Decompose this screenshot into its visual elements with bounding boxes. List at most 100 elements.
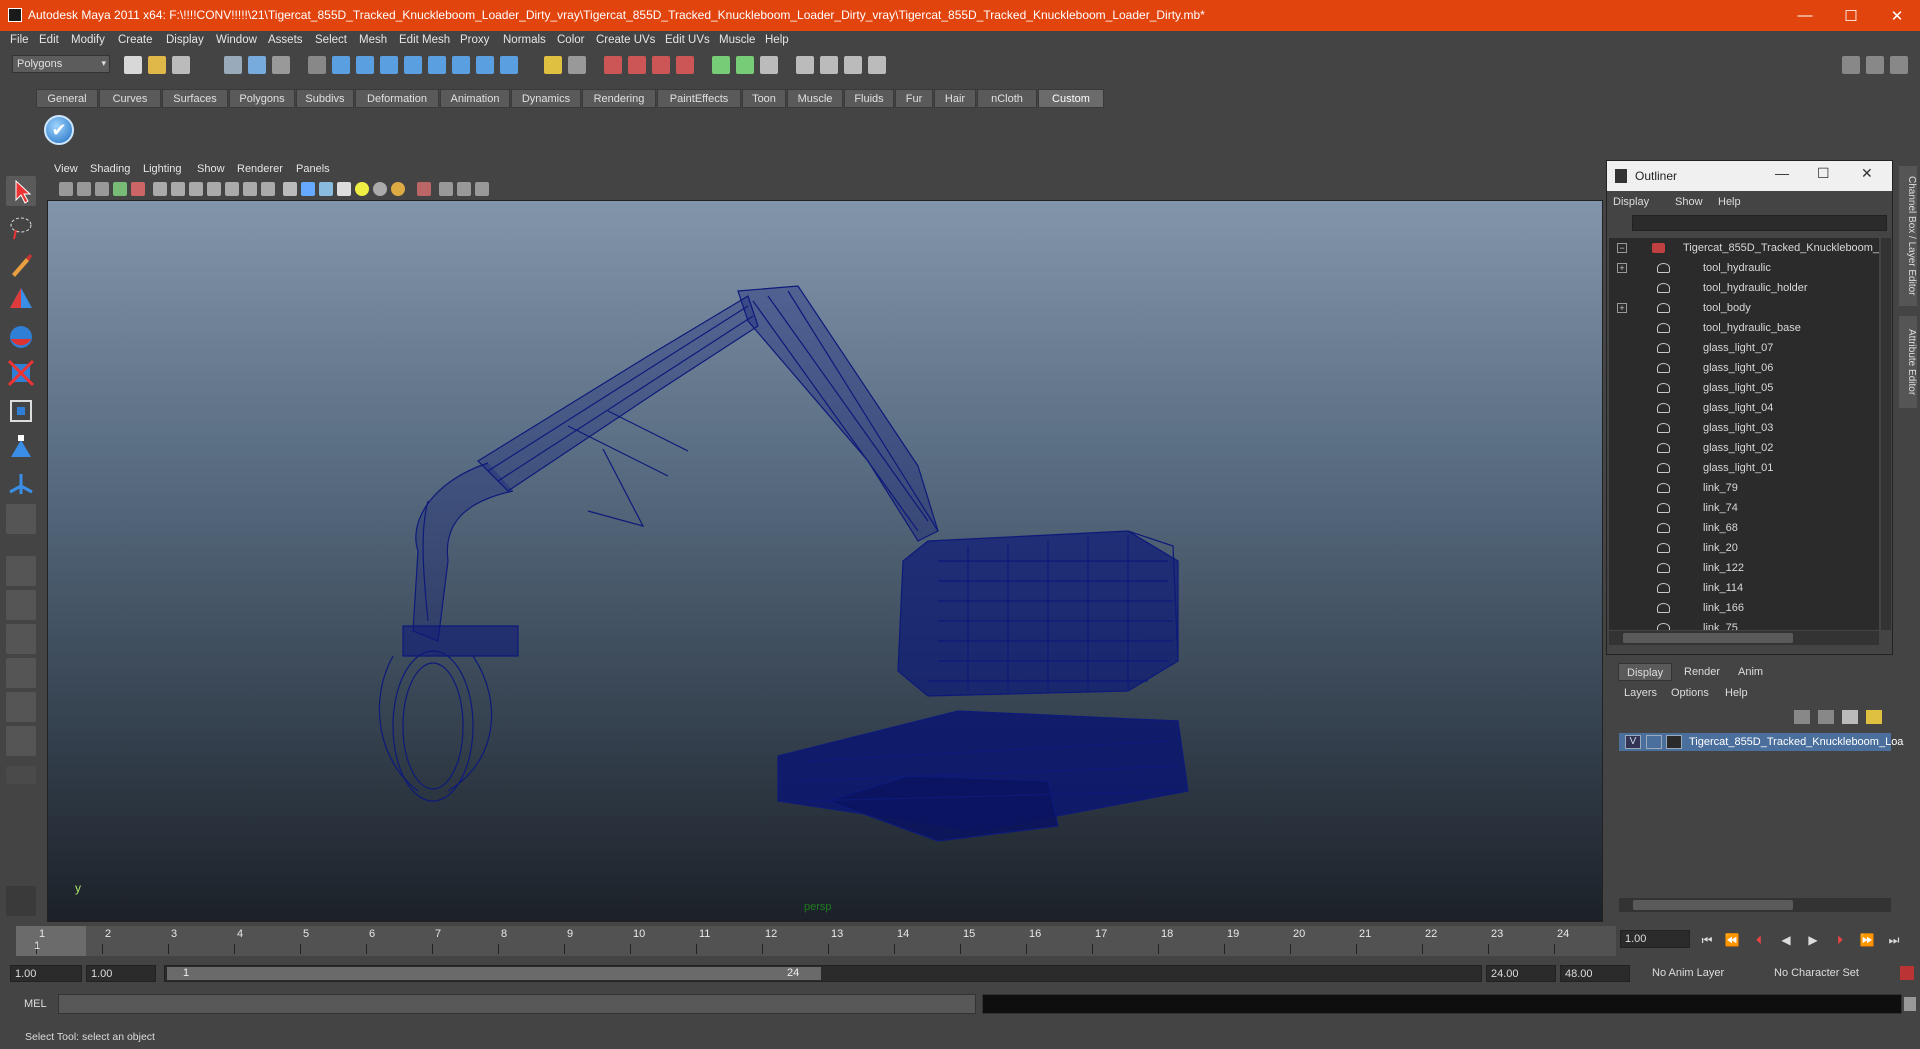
layer-row[interactable]: V Tigercat_855D_Tracked_Knuckleboom_Loa — [1619, 733, 1903, 751]
outliner-close-button[interactable]: ✕ — [1861, 165, 1873, 182]
menu-assets[interactable]: Assets — [268, 34, 303, 46]
film-gate-icon[interactable] — [171, 182, 185, 196]
grid-icon[interactable] — [153, 182, 167, 196]
outliner-menu-help[interactable]: Help — [1718, 196, 1741, 208]
persp-graph-layout-icon[interactable] — [6, 658, 36, 688]
outliner-menu-show[interactable]: Show — [1675, 196, 1703, 208]
help-icon[interactable] — [500, 56, 518, 74]
tab-general[interactable]: General — [36, 89, 98, 108]
show-manip-icon[interactable] — [6, 468, 36, 498]
tab-rendering[interactable]: Rendering — [582, 89, 656, 108]
attribute-editor-icon[interactable] — [868, 56, 886, 74]
layer-tab-display[interactable]: Display — [1618, 663, 1673, 681]
layer-menu-help[interactable]: Help — [1725, 687, 1748, 699]
layer-tab-anim[interactable]: Anim — [1730, 663, 1771, 681]
layer-add-icon[interactable] — [1842, 710, 1858, 724]
channel-box-toggle-icon[interactable] — [1866, 56, 1884, 74]
layer-visibility-toggle[interactable]: V — [1625, 735, 1641, 749]
tab-fur[interactable]: Fur — [895, 89, 933, 108]
menu-color[interactable]: Color — [557, 34, 584, 46]
current-time-field[interactable]: 1.00 — [1620, 930, 1690, 948]
ipr-render-icon[interactable] — [736, 56, 754, 74]
outliner-filter-input[interactable] — [1632, 215, 1887, 231]
outliner-item[interactable]: link_114 — [1609, 578, 1879, 598]
open-scene-icon[interactable] — [148, 56, 166, 74]
bookmark-icon[interactable] — [95, 182, 109, 196]
outliner-vertical-scrollbar[interactable] — [1881, 238, 1891, 630]
lock-icon[interactable] — [544, 56, 562, 74]
anim-layer-dropdown[interactable]: No Anim Layer — [1648, 965, 1758, 982]
persp-outliner-layout-icon[interactable] — [6, 624, 36, 654]
shelf-check-button[interactable]: ✔ — [44, 115, 74, 145]
soft-mod-icon[interactable] — [6, 432, 36, 462]
snap-vertex-icon[interactable] — [452, 56, 470, 74]
move-tool-icon[interactable] — [6, 284, 36, 314]
isolate-select-icon[interactable] — [417, 182, 431, 196]
tab-custom[interactable]: Custom — [1038, 89, 1104, 108]
close-button[interactable]: ✕ — [1874, 0, 1920, 31]
menu-select[interactable]: Select — [315, 34, 347, 46]
outliner-item[interactable]: link_79 — [1609, 478, 1879, 498]
outliner-item[interactable]: link_68 — [1609, 518, 1879, 538]
outliner-item[interactable]: link_122 — [1609, 558, 1879, 578]
playback-start-field[interactable]: 1.00 — [86, 965, 156, 982]
perspective-viewport[interactable]: y persp — [47, 200, 1603, 922]
maximize-button[interactable]: ☐ — [1828, 0, 1874, 31]
menu-mesh[interactable]: Mesh — [359, 34, 387, 46]
lasso-tool-icon[interactable] — [6, 212, 36, 242]
vp-menu-view[interactable]: View — [54, 163, 78, 175]
outliner-item[interactable]: link_166 — [1609, 598, 1879, 618]
playback-end-field[interactable]: 24.00 — [1486, 965, 1556, 982]
rotate-tool-icon[interactable] — [6, 322, 36, 352]
layout-icon[interactable] — [1842, 56, 1860, 74]
vp-menu-lighting[interactable]: Lighting — [143, 163, 182, 175]
outliner-item[interactable]: + tool_body — [1609, 298, 1879, 318]
textured-icon[interactable] — [337, 182, 351, 196]
animation-start-field[interactable]: 1.00 — [10, 965, 82, 982]
tab-deformation[interactable]: Deformation — [355, 89, 439, 108]
command-input[interactable] — [58, 994, 976, 1014]
layer-star-icon[interactable] — [1866, 710, 1882, 724]
layer-horizontal-scrollbar[interactable] — [1619, 898, 1891, 912]
tab-dynamics[interactable]: Dynamics — [511, 89, 581, 108]
menu-create[interactable]: Create — [118, 34, 153, 46]
tab-toon[interactable]: Toon — [742, 89, 786, 108]
menu-proxy[interactable]: Proxy — [460, 34, 489, 46]
new-layer-selected-icon[interactable] — [1818, 710, 1834, 724]
render-frame-icon[interactable] — [712, 56, 730, 74]
two-d-pan-icon[interactable] — [131, 182, 145, 196]
tab-polygons[interactable]: Polygons — [229, 89, 295, 108]
all-lights-icon[interactable] — [373, 182, 387, 196]
outliner-root-item[interactable]: − Tigercat_855D_Tracked_Knuckleboom_L — [1609, 238, 1879, 258]
select-tool-icon[interactable] — [6, 176, 36, 206]
selection-icon[interactable] — [568, 56, 586, 74]
step-forward-frame-icon[interactable]: ⏵ — [1830, 933, 1850, 949]
menu-edit-mesh[interactable]: Edit Mesh — [399, 34, 450, 46]
menu-file[interactable]: File — [10, 34, 29, 46]
menu-edit[interactable]: Edit — [39, 34, 59, 46]
safe-action-icon[interactable] — [243, 182, 257, 196]
xray-joints-icon[interactable] — [457, 182, 471, 196]
outliner-item[interactable]: glass_light_04 — [1609, 398, 1879, 418]
gate-mask-icon[interactable] — [207, 182, 221, 196]
construction-icon[interactable] — [628, 56, 646, 74]
layout-options-chevron-icon[interactable] — [6, 766, 36, 784]
vp-menu-show[interactable]: Show — [197, 163, 225, 175]
four-view-layout-icon[interactable] — [6, 590, 36, 620]
tab-curves[interactable]: Curves — [99, 89, 161, 108]
outliner-horizontal-scrollbar[interactable] — [1609, 631, 1879, 645]
wireframe-on-shaded-icon[interactable] — [319, 182, 333, 196]
scale-tool-icon[interactable] — [6, 358, 36, 388]
layer-menu-layers[interactable]: Layers — [1624, 687, 1657, 699]
outliner-item[interactable]: + tool_hydraulic — [1609, 258, 1879, 278]
tab-subdivs[interactable]: Subdivs — [296, 89, 354, 108]
save-scene-icon[interactable] — [172, 56, 190, 74]
menu-modify[interactable]: Modify — [71, 34, 105, 46]
default-lighting-icon[interactable] — [355, 182, 369, 196]
tab-ncloth[interactable]: nCloth — [977, 89, 1037, 108]
snap-curve-icon[interactable] — [356, 56, 374, 74]
auto-key-icon[interactable] — [1900, 966, 1914, 980]
snap-grid-icon[interactable] — [332, 56, 350, 74]
tab-muscle[interactable]: Muscle — [787, 89, 843, 108]
command-language-label[interactable]: MEL — [24, 998, 47, 1010]
